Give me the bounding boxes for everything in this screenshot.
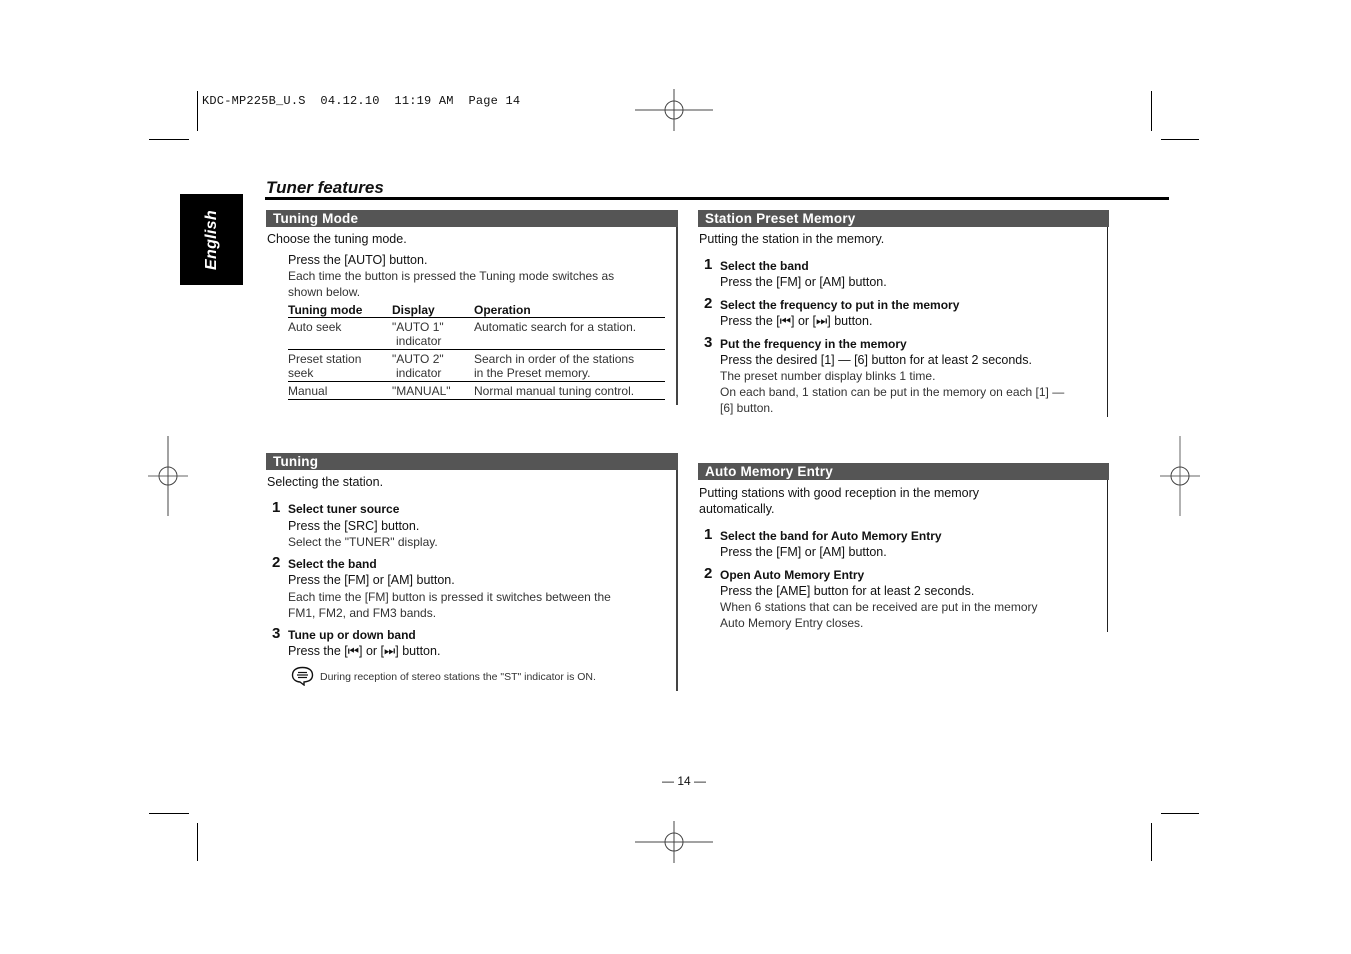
section-intro: Putting stations with good reception in … [699, 486, 980, 500]
crop-mark [1161, 139, 1199, 140]
step-note: [6] button. [720, 401, 774, 415]
crop-mark [197, 823, 198, 861]
step-heading: Tune up or down band [288, 628, 416, 642]
table-cell: Normal manual tuning control. [474, 381, 665, 400]
description-text: Each time the button is pressed the Tuni… [288, 269, 615, 283]
step-action: Press the [⏮] or [⏭] button. [288, 644, 441, 658]
table-cell: Preset station seek [288, 349, 392, 382]
crop-mark [197, 91, 198, 131]
column-header: Tuning mode [288, 302, 392, 318]
step-action: Press the [FM] or [AM] button. [720, 545, 887, 559]
section-intro: Putting the station in the memory. [699, 232, 885, 246]
note-icon [291, 666, 314, 686]
column-header: Display [392, 302, 474, 318]
column-header: Operation [474, 302, 665, 318]
language-tab-label: English [202, 209, 220, 270]
step-note: The preset number display blinks 1 time. [720, 369, 936, 383]
step-heading: Select the band for Auto Memory Entry [720, 529, 942, 543]
table-row: Preset station seek "AUTO 2" indicator Sea… [288, 349, 665, 382]
step-heading: Select the band [720, 259, 809, 273]
step-action: Press the [FM] or [AM] button. [720, 275, 887, 289]
step-heading: Put the frequency in the memory [720, 337, 907, 351]
step-note: Auto Memory Entry closes. [720, 616, 864, 630]
section-intro: Choose the tuning mode. [267, 232, 407, 246]
table-header-row: Tuning mode Display Operation [288, 302, 665, 318]
step-action: Press the [SRC] button. [288, 519, 420, 533]
section-header-tuning-mode: Tuning Mode [266, 210, 678, 227]
step-heading: Select tuner source [288, 502, 400, 516]
crop-mark [1151, 91, 1152, 131]
step-action: Press the [AME] button for at least 2 se… [720, 584, 975, 598]
crop-mark [149, 139, 189, 140]
step-number: 3 [704, 334, 713, 351]
step-number: 2 [704, 565, 713, 582]
language-tab: English [180, 194, 243, 285]
step-number: 1 [704, 526, 713, 543]
section-intro: automatically. [699, 502, 775, 516]
step-note: Each time the [FM] button is pressed it … [288, 590, 611, 604]
action-text: Press the [AUTO] button. [288, 253, 428, 267]
registration-mark-icon [635, 821, 713, 863]
table-row: Auto seek "AUTO 1" indicator Automatic se… [288, 317, 665, 350]
section-header-station-preset-memory: Station Preset Memory [698, 210, 1109, 227]
step-action: Press the desired [1] — [6] button for a… [720, 353, 1032, 367]
step-number: 3 [272, 625, 281, 642]
table-cell: Search in order of the stations in the Pr… [474, 349, 665, 382]
step-note: FM1, FM2, and FM3 bands. [288, 606, 437, 620]
print-slug: KDC-MP225B_U.S 04.12.10 11:19 AM Page 14 [202, 94, 521, 108]
step-number: 2 [704, 295, 713, 312]
section-rule [676, 470, 678, 691]
title-rule [265, 197, 1169, 200]
table-cell: Auto seek [288, 317, 392, 350]
table-cell: "MANUAL" [392, 381, 474, 400]
crop-mark [1161, 813, 1199, 814]
table-cell: "AUTO 1" indicator [392, 317, 474, 350]
step-heading: Select the band [288, 557, 377, 571]
section-rule [676, 227, 678, 405]
step-heading: Select the frequency to put in the memor… [720, 298, 960, 312]
step-note: Select the "TUNER" display. [288, 535, 438, 549]
description-text: shown below. [288, 285, 361, 299]
step-action: Press the [⏮] or [⏭] button. [720, 314, 873, 328]
page-title: Tuner features [266, 178, 384, 197]
crop-mark [1151, 823, 1152, 861]
step-number: 1 [272, 499, 281, 516]
section-intro: Selecting the station. [267, 475, 384, 489]
section-rule [1107, 227, 1108, 417]
crop-mark [149, 813, 189, 814]
step-action: Press the [FM] or [AM] button. [288, 573, 455, 587]
section-header-auto-memory-entry: Auto Memory Entry [698, 463, 1109, 480]
registration-mark-icon [1160, 436, 1200, 516]
note-text: During reception of stereo stations the … [320, 671, 596, 683]
tuning-mode-table: Tuning mode Display Operation Auto seek … [288, 302, 665, 400]
table-cell: Manual [288, 381, 392, 400]
section-rule [1107, 480, 1108, 632]
page-number: — 14 — [662, 774, 707, 788]
step-heading: Open Auto Memory Entry [720, 568, 865, 582]
table-cell: Automatic search for a station. [474, 317, 665, 350]
section-header-tuning: Tuning [266, 453, 678, 470]
table-row: Manual "MANUAL" Normal manual tuning con… [288, 381, 665, 400]
step-note: When 6 stations that can be received are… [720, 600, 1038, 614]
table-cell: "AUTO 2" indicator [392, 349, 474, 382]
step-note: On each band, 1 station can be put in th… [720, 385, 1065, 399]
step-number: 1 [704, 256, 713, 273]
registration-mark-icon [148, 436, 188, 516]
step-number: 2 [272, 554, 281, 571]
registration-mark-icon [635, 89, 713, 131]
